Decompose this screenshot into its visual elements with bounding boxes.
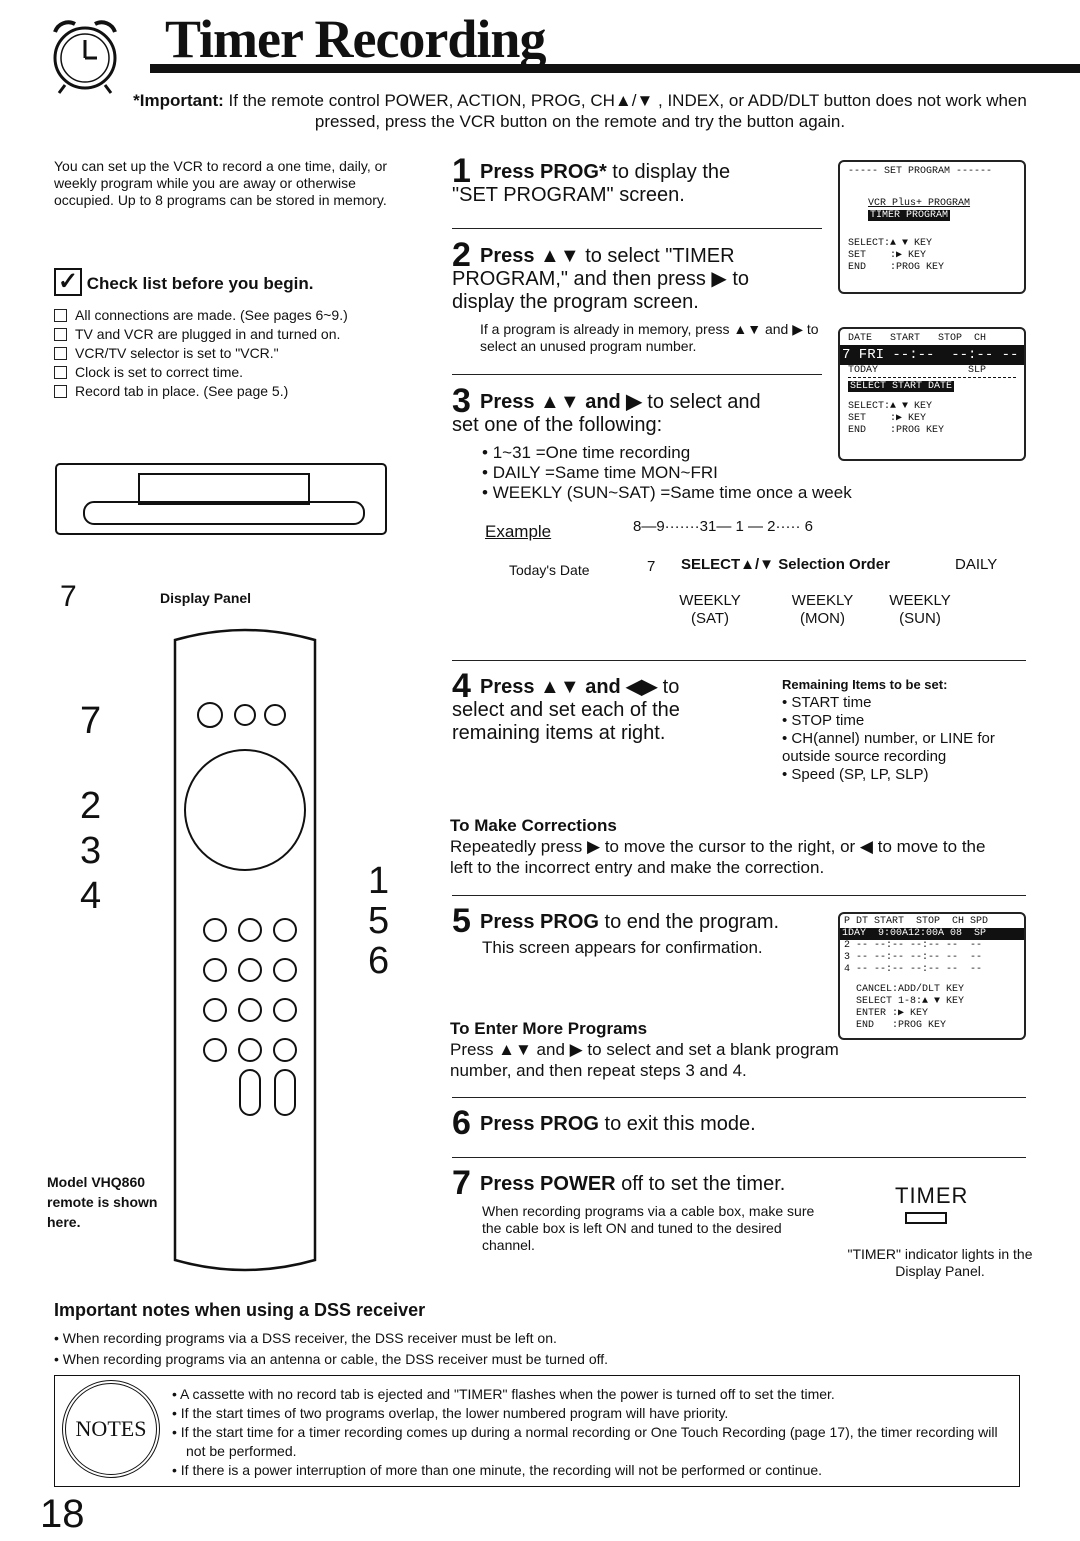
timer-indicator-icon <box>905 1212 947 1224</box>
remaining-items: Remaining Items to be set: START timeSTO… <box>782 676 1032 784</box>
checkmark-icon: ✓ <box>54 268 82 296</box>
intro-text: You can set up the VCR to record a one t… <box>54 158 388 208</box>
notes-badge: NOTES <box>62 1380 160 1478</box>
dss-title: Important notes when using a DSS receive… <box>54 1300 426 1320</box>
title-rule <box>150 64 1080 73</box>
example-diagram: Example 8—9·······31— 1 — 2····· 6 Today… <box>485 518 998 627</box>
remote-caption: Model VHQ860 remote is shown here. <box>47 1174 158 1230</box>
step-1: 1 Press PROG* to display the "SET PROGRAM… <box>452 152 731 206</box>
dss-list: When recording programs via a DSS receiv… <box>54 1328 608 1370</box>
important-note: *Important: If the remote control POWER,… <box>133 91 1027 131</box>
step-4: 4 Press ▲▼ and ◀▶ to select and set each … <box>452 667 680 744</box>
step-6: 6 Press PROG to exit this mode. <box>452 1104 756 1142</box>
checklist: ✓ Check list before you begin. All conne… <box>54 268 414 401</box>
checklist-item: TV and VCR are plugged in and turned on. <box>54 325 414 344</box>
step-3-options: 1~31 =One time recordingDAILY =Same time… <box>482 443 852 503</box>
checklist-item: Record tab in place. (See page 5.) <box>54 382 414 401</box>
enter-more: To Enter More Programs Press ▲▼ and ▶ to … <box>450 1019 839 1080</box>
alarm-clock-icon <box>53 20 117 94</box>
checklist-item: Clock is set to correct time. <box>54 363 414 382</box>
select-date-screen: DATE START STOP CH 7 FRI --:-- --:-- -- … <box>838 327 1026 461</box>
step-2: 2 Press ▲▼ to select "TIMER PROGRAM," and… <box>452 236 750 313</box>
checklist-item: VCR/TV selector is set to "VCR." <box>54 344 414 363</box>
set-program-screen: ----- SET PROGRAM ------ VCR Plus+ PROGR… <box>838 160 1026 294</box>
checklist-item: All connections are made. (See pages 6~9… <box>54 306 414 325</box>
step-5: 5 Press PROG to end the program. <box>452 902 780 940</box>
remote-control-illustration <box>173 628 317 1272</box>
display-panel-label: Display Panel <box>160 590 252 606</box>
page-number: 18 <box>40 1492 85 1536</box>
step-7: 7 Press POWER off to set the timer. <box>452 1164 786 1202</box>
corrections: To Make Corrections Repeatedly press ▶ to… <box>450 816 986 877</box>
timer-indicator: TIMER <box>895 1183 969 1208</box>
confirmation-screen: P DT START STOP CH SPD 1DAY 9:00A12:00A … <box>838 912 1026 1040</box>
vcr-front-panel-illustration <box>55 463 387 535</box>
step-3: 3 Press ▲▼ and ▶ to select and set one of… <box>452 382 761 436</box>
page-title: Timer Recording <box>165 9 546 69</box>
notes-list: A cassette with no record tab is ejected… <box>172 1385 1017 1480</box>
